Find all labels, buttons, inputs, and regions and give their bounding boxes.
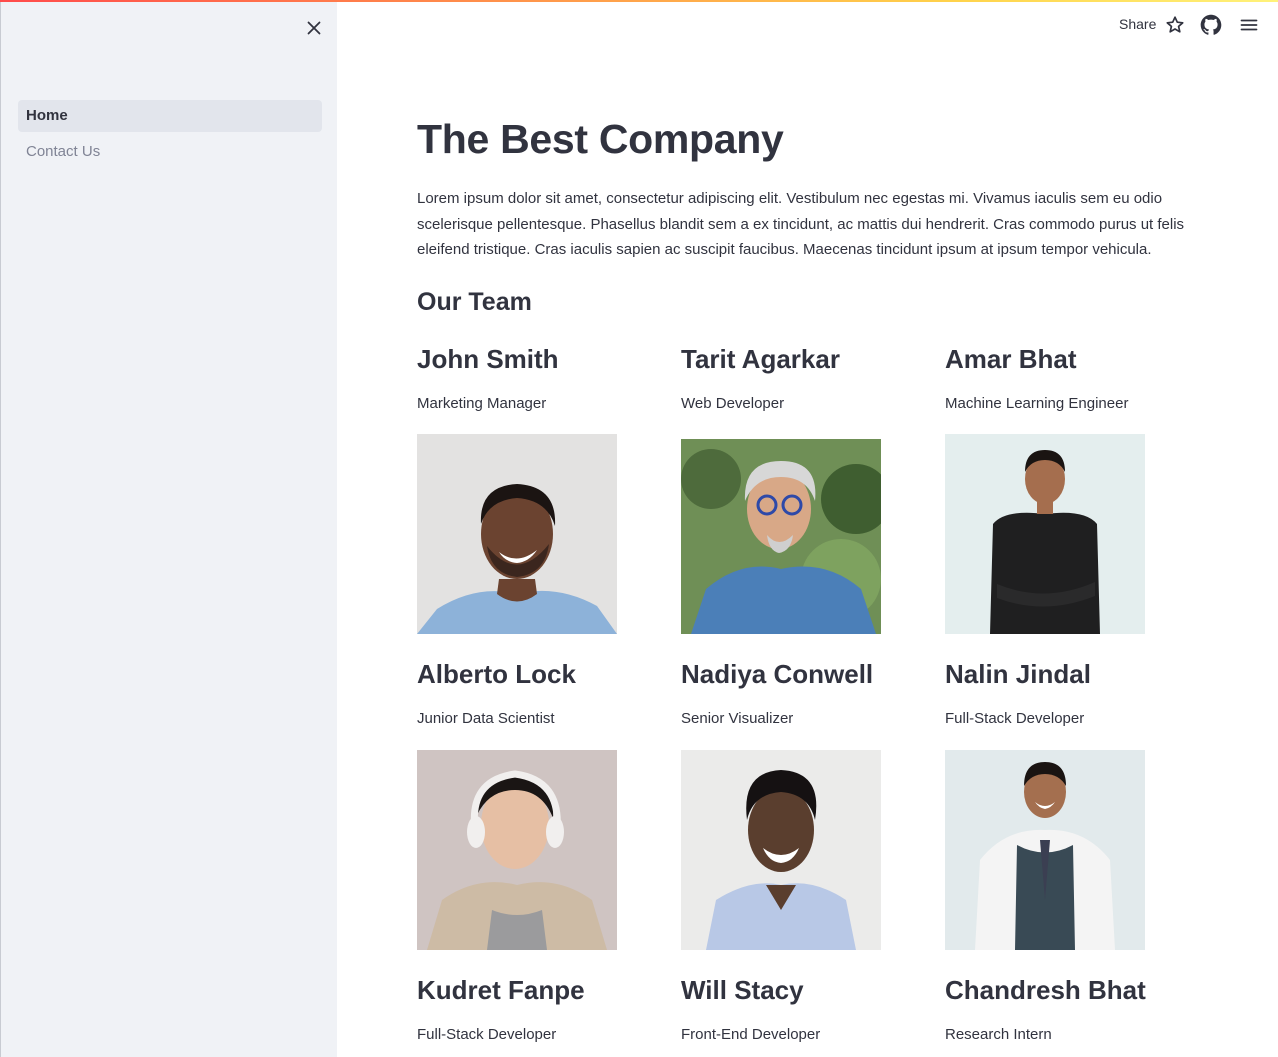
member-photo xyxy=(945,750,1145,950)
team-heading: Our Team xyxy=(417,288,532,316)
member-name: Tarit Agarkar xyxy=(681,344,840,374)
member-name: John Smith xyxy=(417,344,559,374)
header-toolbar: Share xyxy=(1078,2,1278,48)
sidebar: Home Contact Us xyxy=(0,2,337,1057)
star-button[interactable] xyxy=(1164,14,1186,36)
sidebar-item-home[interactable]: Home xyxy=(18,100,322,132)
github-icon xyxy=(1200,14,1222,35)
hamburger-menu-icon xyxy=(1240,19,1258,31)
sidebar-close-button[interactable] xyxy=(301,15,327,41)
member-name: Kudret Fanpe xyxy=(417,975,585,1005)
member-name: Alberto Lock xyxy=(417,659,576,689)
member-name: Nalin Jindal xyxy=(945,659,1091,689)
member-name: Will Stacy xyxy=(681,975,804,1005)
sidebar-nav: Home Contact Us xyxy=(18,100,322,172)
member-name: Nadiya Conwell xyxy=(681,659,874,689)
member-name: Amar Bhat xyxy=(945,344,1077,374)
member-role: Senior Visualizer xyxy=(681,710,794,727)
member-photo xyxy=(681,439,881,634)
intro-paragraph: Lorem ipsum dolor sit amet, consectetur … xyxy=(417,190,1185,258)
github-button[interactable] xyxy=(1200,14,1222,36)
page-title: The Best Company xyxy=(417,116,784,162)
member-photo xyxy=(417,434,617,634)
member-role: Full-Stack Developer xyxy=(417,1026,557,1043)
member-role: Front-End Developer xyxy=(681,1026,821,1043)
member-role: Machine Learning Engineer xyxy=(945,395,1129,412)
member-role: Web Developer xyxy=(681,395,785,412)
close-icon xyxy=(307,21,321,35)
main-menu-button[interactable] xyxy=(1238,14,1260,36)
member-photo xyxy=(945,434,1145,634)
sidebar-item-contact-us[interactable]: Contact Us xyxy=(18,136,322,168)
member-role: Marketing Manager xyxy=(417,395,547,412)
share-button[interactable]: Share xyxy=(1119,16,1156,32)
star-icon xyxy=(1166,16,1184,33)
member-role: Junior Data Scientist xyxy=(417,710,555,727)
member-role: Full-Stack Developer xyxy=(945,710,1085,727)
member-photo xyxy=(681,750,881,950)
member-role: Research Intern xyxy=(945,1026,1052,1043)
member-name: Chandresh Bhat xyxy=(945,975,1146,1005)
member-photo xyxy=(417,750,617,950)
